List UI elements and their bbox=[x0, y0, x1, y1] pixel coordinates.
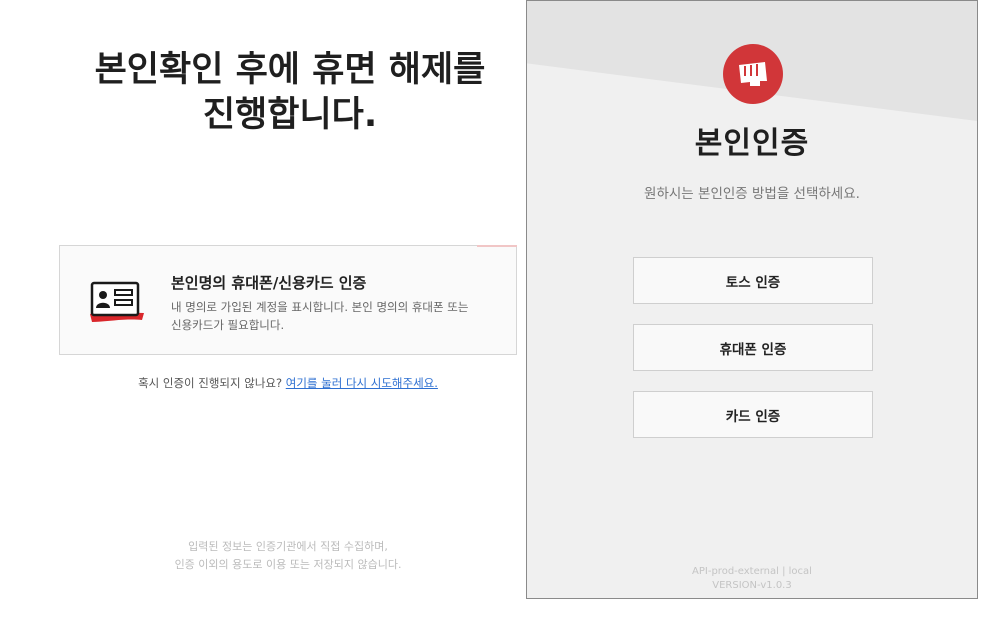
identity-verification-card[interactable]: 본인명의 휴대폰/신용카드 인증 내 명의로 가입된 계정을 표시합니다. 본인… bbox=[59, 245, 517, 355]
retry-link[interactable]: 여기를 눌러 다시 시도해주세요. bbox=[286, 376, 438, 390]
card-desc-line-1: 내 명의로 가입된 계정을 표시합니다. 본인 명의의 휴대폰 또는 bbox=[171, 300, 469, 314]
card-accent bbox=[477, 245, 517, 247]
headline-line-1: 본인확인 후에 휴면 해제를 bbox=[94, 50, 486, 90]
retry-text: 혹시 인증이 진행되지 않나요? bbox=[138, 376, 283, 390]
fist-logo-icon bbox=[723, 44, 783, 104]
page-headline: 본인확인 후에 휴면 해제를 진행합니다. bbox=[40, 48, 540, 138]
id-card-icon bbox=[88, 276, 146, 324]
card-description: 내 명의로 가입된 계정을 표시합니다. 본인 명의의 휴대폰 또는 신용카드가… bbox=[171, 298, 501, 334]
card-title: 본인명의 휴대폰/신용카드 인증 bbox=[171, 274, 367, 292]
notice-line-1: 입력된 정보는 인증기관에서 직접 수집하며, bbox=[188, 540, 388, 553]
panel-title: 본인인증 bbox=[694, 126, 810, 161]
headline-line-2: 진행합니다. bbox=[202, 95, 378, 135]
card-verification-button[interactable]: 카드 인증 bbox=[633, 391, 873, 438]
version-footer: API-prod-external | local VERSION-v1.0.3 bbox=[527, 565, 977, 593]
retry-row: 혹시 인증이 진행되지 않나요? 여기를 눌러 다시 시도해주세요. bbox=[59, 375, 517, 391]
phone-verification-button[interactable]: 휴대폰 인증 bbox=[633, 324, 873, 371]
left-section: 본인확인 후에 휴면 해제를 진행합니다. 본인명의 휴대폰/신용카드 인증 내… bbox=[0, 0, 526, 620]
notice-line-2: 인증 이외의 용도로 이용 또는 저장되지 않습니다. bbox=[174, 558, 402, 571]
card-desc-line-2: 신용카드가 필요합니다. bbox=[171, 318, 285, 332]
footer-line-2: VERSION-v1.0.3 bbox=[712, 580, 792, 591]
privacy-notice: 입력된 정보는 인증기관에서 직접 수집하며, 인증 이외의 용도로 이용 또는… bbox=[59, 538, 517, 574]
toss-verification-button[interactable]: 토스 인증 bbox=[633, 257, 873, 304]
panel-subtitle: 원하시는 본인인증 방법을 선택하세요. bbox=[644, 186, 860, 202]
footer-line-1: API-prod-external | local bbox=[692, 566, 812, 577]
verification-panel: 본인인증 원하시는 본인인증 방법을 선택하세요. 토스 인증 휴대폰 인증 카… bbox=[526, 0, 978, 599]
